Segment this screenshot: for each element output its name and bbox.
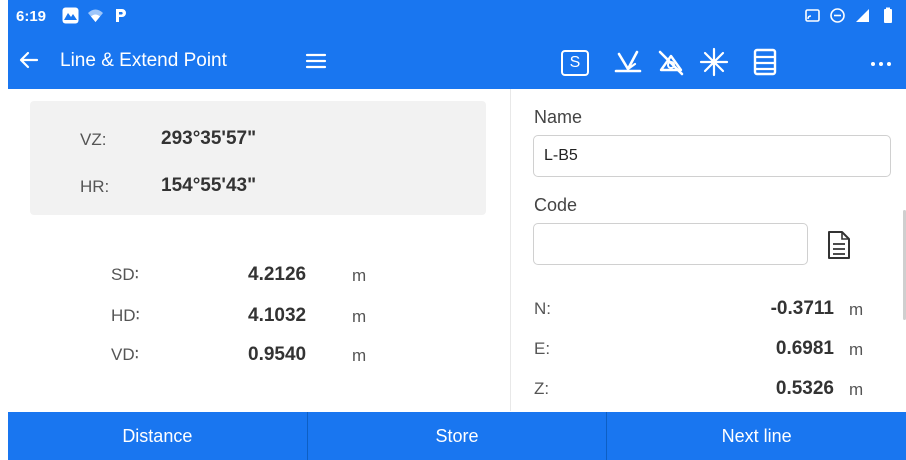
bottom-action-bar: Distance Store Next line	[8, 412, 906, 460]
code-list-icon[interactable]	[826, 230, 852, 260]
panel-divider	[510, 89, 511, 411]
do-not-disturb-icon	[829, 7, 846, 24]
battery-icon	[879, 7, 896, 24]
z-unit: m	[849, 380, 864, 399]
sd-label: SD∶	[111, 265, 140, 284]
mountain-icon	[62, 7, 79, 24]
sd-value: 4.2126	[248, 264, 307, 285]
code-input[interactable]	[533, 223, 808, 265]
n-label: N:	[534, 299, 551, 318]
z-value: 0.5326	[775, 378, 834, 399]
no-prism-icon[interactable]	[656, 47, 686, 77]
z-label: Z:	[534, 379, 550, 398]
cast-icon	[804, 7, 821, 24]
n-value: -0.3711	[770, 298, 834, 319]
code-label: Code	[534, 195, 578, 215]
name-label: Name	[534, 107, 583, 127]
more-icon[interactable]	[866, 47, 896, 77]
app-toolbar: Line & Extend Point S	[8, 33, 906, 89]
angle-panel	[30, 101, 486, 215]
list-icon[interactable]	[750, 47, 780, 77]
e-value: 0.6981	[775, 338, 834, 359]
distance-button[interactable]: Distance	[8, 412, 308, 460]
parking-icon	[112, 7, 129, 24]
status-bar: 6:19	[8, 0, 906, 33]
e-label: E:	[534, 339, 551, 358]
signal-icon	[854, 7, 871, 24]
vd-value: 0.9540	[248, 344, 307, 365]
status-right-icons	[804, 7, 896, 24]
hr-value: 154°55'43"	[161, 175, 257, 196]
star-icon[interactable]	[699, 47, 729, 77]
hd-unit: m	[352, 307, 367, 326]
n-unit: m	[849, 300, 864, 319]
s-mode-button[interactable]: S	[561, 50, 589, 76]
next-line-button[interactable]: Next line	[607, 412, 906, 460]
vz-value: 293°35'57"	[161, 128, 257, 149]
hr-label: HR:	[80, 177, 110, 196]
status-time: 6:19	[16, 8, 47, 25]
vd-unit: m	[352, 346, 367, 365]
laser-icon[interactable]	[613, 47, 643, 77]
back-arrow-icon[interactable]	[16, 47, 42, 73]
sd-unit: m	[352, 266, 367, 285]
hamburger-menu-icon[interactable]	[304, 49, 328, 73]
name-input[interactable]: L-B5	[533, 135, 891, 177]
store-button[interactable]: Store	[308, 412, 608, 460]
page-title: Line & Extend Point	[60, 50, 227, 71]
vd-label: VD∶	[111, 345, 140, 364]
name-input-value: L-B5	[544, 147, 578, 164]
app-frame: 6:19 Line & Extend Point S VZ: 293°35'57…	[8, 0, 906, 460]
wifi-icon	[87, 7, 104, 24]
vz-label: VZ:	[80, 130, 107, 149]
status-left-icons	[62, 7, 129, 24]
hd-value: 4.1032	[248, 305, 307, 326]
e-unit: m	[849, 340, 864, 359]
hd-label: HD∶	[111, 306, 140, 325]
